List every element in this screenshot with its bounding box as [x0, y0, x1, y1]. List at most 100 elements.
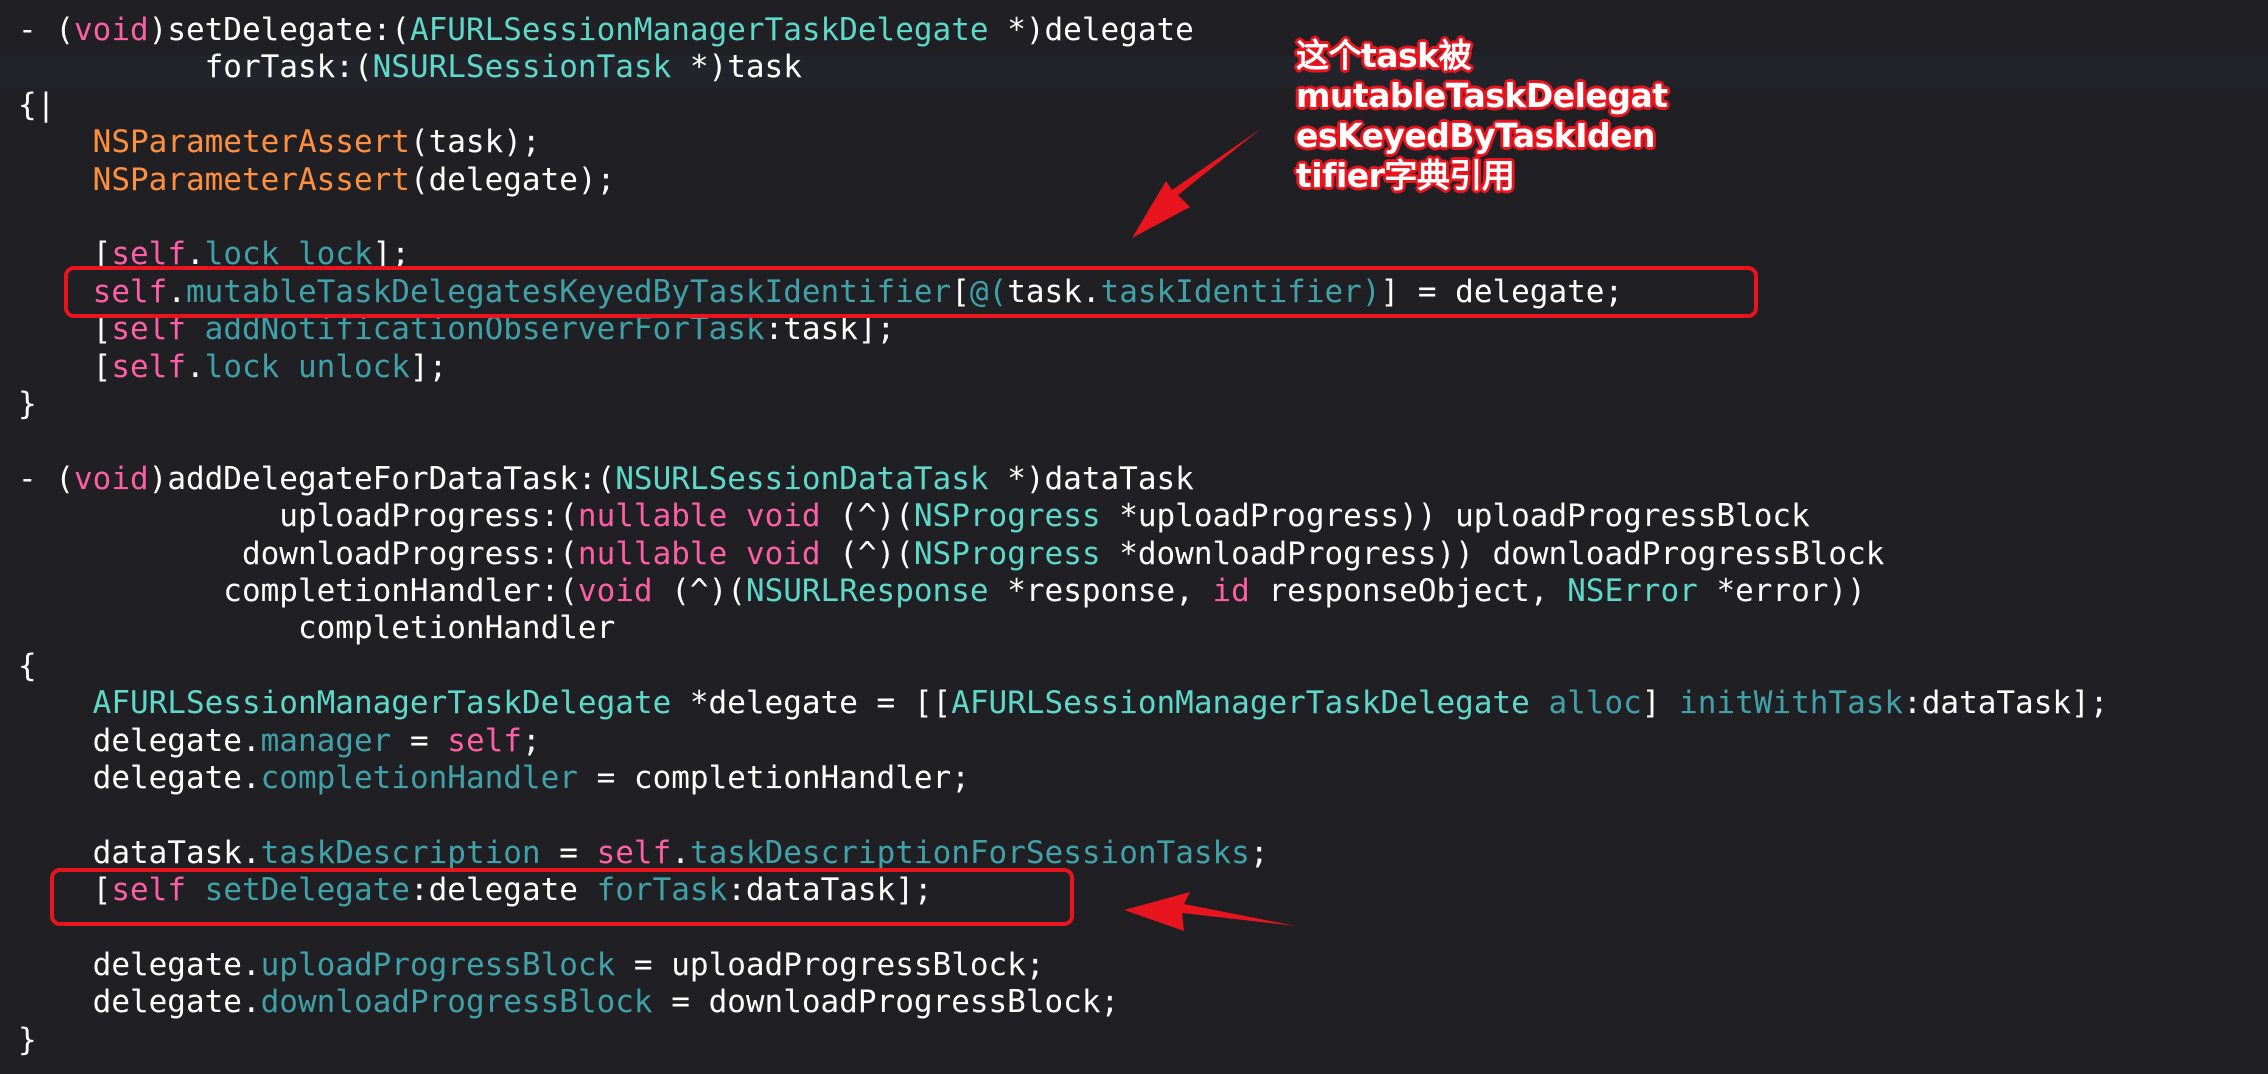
code-line[interactable]: completionHandler	[18, 610, 615, 647]
code-token: (^)(	[652, 573, 746, 609]
code-token: ]	[1641, 685, 1680, 722]
code-token: = downloadProgressBlock;	[652, 984, 1120, 1021]
code-token: uploadProgress:(	[18, 498, 578, 535]
code-token: =	[540, 834, 597, 871]
code-token: *downloadProgress)) downloadProgressBloc…	[1100, 535, 1885, 572]
code-token: nullable	[577, 498, 728, 535]
code-token: self	[447, 722, 522, 759]
code-line[interactable]: delegate.manager = self;	[18, 723, 541, 760]
code-token: void	[74, 12, 149, 48]
code-token: ;	[1249, 834, 1269, 871]
code-token: uploadProgressBlock	[260, 947, 616, 983]
code-token: void	[577, 573, 653, 609]
code-line[interactable]: delegate.uploadProgressBlock = uploadPro…	[18, 947, 1045, 984]
code-token: ];	[409, 348, 448, 385]
code-token: taskDescription	[260, 834, 541, 871]
code-token: (delegate);	[409, 161, 616, 198]
code-line[interactable]: NSParameterAssert(delegate);	[18, 161, 616, 199]
code-token: }	[18, 1021, 37, 1058]
code-token: delegate.	[18, 947, 261, 983]
code-token: NSProgress	[913, 535, 1101, 572]
code-token: unlock	[297, 348, 410, 385]
code-token: NSURLSessionDataTask	[615, 460, 989, 497]
code-line[interactable]: uploadProgress:(nullable void (^)(NSProg…	[18, 498, 1810, 535]
code-token: delegate.	[18, 760, 261, 796]
code-token: - (	[18, 12, 74, 48]
code-token: AFURLSessionManagerTaskDelegate	[409, 12, 989, 48]
code-token: NSParameterAssert	[92, 161, 410, 198]
code-token: *delegate = [[	[671, 685, 952, 722]
code-line[interactable]: NSParameterAssert(task);	[18, 124, 541, 161]
code-token: (task);	[409, 124, 541, 161]
code-line[interactable]: downloadProgress:(nullable void (^)(NSPr…	[18, 536, 1884, 573]
code-token: manager	[260, 722, 392, 759]
highlight-box-set-delegate-call	[50, 868, 1074, 926]
code-line[interactable]: dataTask.taskDescription = self.taskDesc…	[18, 835, 1269, 872]
code-token: completionHandler	[260, 760, 578, 796]
code-token: {	[18, 647, 37, 684]
annotation-callout-text: 这个task被 mutableTaskDelegat esKeyedByTask…	[1296, 36, 1696, 196]
code-token: completionHandler:(	[18, 573, 578, 609]
code-line[interactable]: {	[18, 648, 37, 685]
code-token: self	[596, 834, 672, 871]
code-token: delegate.	[18, 984, 261, 1021]
code-line[interactable]: AFURLSessionManagerTaskDelegate *delegat…	[18, 685, 2109, 722]
code-token: }	[18, 386, 37, 422]
code-token: ;	[521, 722, 541, 759]
code-line[interactable]: {|	[18, 87, 55, 124]
code-line[interactable]: delegate.completionHandler = completionH…	[18, 760, 970, 797]
code-token: =	[391, 722, 448, 759]
code-token: responseObject,	[1249, 573, 1568, 609]
code-token: void	[745, 498, 821, 535]
code-token: )setDelegate:(	[148, 12, 410, 48]
code-token: NSURLResponse	[745, 573, 989, 609]
code-token: = uploadProgressBlock;	[615, 947, 1045, 983]
code-token: AFURLSessionManagerTaskDelegate	[92, 685, 672, 722]
code-token: *error))	[1697, 573, 1866, 609]
code-token: taskDescriptionForSessionTasks	[689, 834, 1250, 871]
code-token: *)task	[671, 49, 802, 86]
code-token: .	[671, 834, 690, 871]
code-token: downloadProgressBlock	[260, 984, 653, 1021]
code-token: void	[745, 535, 821, 572]
code-token: *)dataTask	[988, 460, 1194, 497]
code-line[interactable]: forTask:(NSURLSessionTask *)task	[18, 49, 802, 86]
code-line[interactable]: delegate.downloadProgressBlock = downloa…	[18, 984, 1120, 1021]
code-token: = completionHandler;	[577, 760, 970, 796]
code-token: id	[1212, 573, 1250, 609]
annotation-line: esKeyedByTaskIden	[1296, 116, 1655, 155]
code-line[interactable]: completionHandler:(void (^)(NSURLRespons…	[18, 573, 1866, 610]
code-editor[interactable]: - (void)setDelegate:(AFURLSessionManager…	[0, 0, 2268, 1074]
code-token: *)delegate	[988, 12, 1194, 48]
code-line[interactable]: }	[18, 386, 37, 423]
code-token: AFURLSessionManagerTaskDelegate	[951, 685, 1530, 722]
code-token: forTask:(	[18, 49, 373, 86]
annotation-line: tifier字典引用	[1296, 156, 1515, 195]
code-token: completionHandler	[18, 610, 616, 647]
code-token: NSParameterAssert	[92, 124, 410, 161]
code-token: - (	[18, 460, 74, 497]
code-token: lock	[204, 348, 280, 385]
code-token: void	[74, 460, 149, 497]
code-token: self	[111, 348, 186, 385]
code-token: {|	[18, 86, 56, 123]
code-token: (^)(	[820, 535, 914, 572]
code-token: alloc	[1548, 685, 1642, 722]
code-line[interactable]: }	[18, 1022, 37, 1059]
annotation-line: 这个task被	[1296, 36, 1472, 75]
code-line[interactable]: - (void)addDelegateForDataTask:(NSURLSes…	[18, 461, 1194, 498]
code-token: nullable	[577, 535, 728, 572]
code-line[interactable]: - (void)setDelegate:(AFURLSessionManager…	[18, 12, 1194, 49]
code-token: *uploadProgress)) uploadProgressBlock	[1100, 498, 1810, 535]
code-token: NSURLSessionTask	[372, 49, 672, 86]
code-token: delegate.	[18, 722, 261, 759]
code-line[interactable]: [self.lock unlock];	[18, 348, 448, 386]
arrow-to-set-delegate	[1124, 892, 1296, 931]
code-token: .	[185, 348, 205, 385]
code-token: NSError	[1567, 573, 1698, 609]
